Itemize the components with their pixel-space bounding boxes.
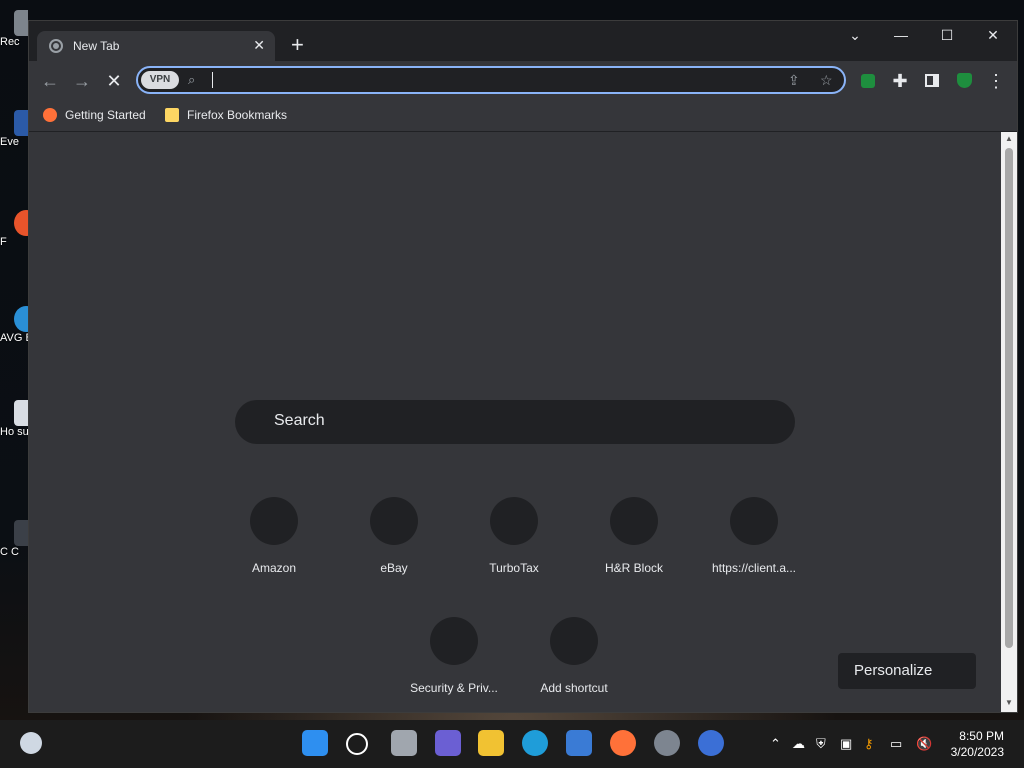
shield-check-icon[interactable] xyxy=(953,71,975,88)
shortcut-favicon xyxy=(490,497,538,545)
bookmark-folder-firefox-bookmarks[interactable]: Firefox Bookmarks xyxy=(165,108,287,122)
bookmark-getting-started[interactable]: Getting Started xyxy=(43,108,146,122)
browser-window: New Tab ✕ + ⌄ — ☐ ✕ ← → ✕ VPN ⌕ ⇪ ☆ ✚ ⋮ xyxy=(28,20,1018,713)
loading-favicon-icon xyxy=(49,39,63,53)
personalize-button[interactable]: Personalize xyxy=(838,653,976,689)
close-window-button[interactable]: ✕ xyxy=(983,27,1003,44)
recycle-bin-icon xyxy=(14,10,28,36)
search-placeholder: Search xyxy=(274,412,325,429)
key-icon[interactable]: ⚷ xyxy=(864,736,874,752)
shortcut-client[interactable]: https://client.a... xyxy=(694,497,814,575)
tab-title: New Tab xyxy=(73,39,120,53)
document-icon xyxy=(14,400,28,426)
forward-button[interactable]: → xyxy=(71,71,93,91)
teams-chat-icon[interactable] xyxy=(435,730,461,756)
desktop-icon-eve[interactable]: Eve xyxy=(0,110,28,148)
tab-strip: New Tab ✕ + ⌄ — ☐ ✕ xyxy=(29,21,1017,61)
settings-gear-icon[interactable] xyxy=(654,730,680,756)
menu-button[interactable]: ⋮ xyxy=(985,71,1007,91)
text-cursor xyxy=(212,72,213,88)
vpn-button[interactable]: VPN xyxy=(141,71,179,89)
clock-date: 3/20/2023 xyxy=(950,745,1004,759)
scrollbar-thumb[interactable] xyxy=(1005,148,1013,648)
onedrive-icon[interactable]: ☁ xyxy=(792,736,805,752)
desktop-icon-firefox[interactable]: F xyxy=(0,210,28,248)
side-panel-icon[interactable] xyxy=(921,71,943,87)
shortcut-favicon xyxy=(250,497,298,545)
firefox-icon xyxy=(14,210,28,236)
new-tab-button[interactable]: + xyxy=(291,34,304,56)
share-icon[interactable]: ⇪ xyxy=(788,72,800,89)
shortcut-security-privacy[interactable]: Security & Priv... xyxy=(394,617,514,695)
bookmarks-bar: Getting Started Firefox Bookmarks xyxy=(29,101,1017,132)
teams-icon[interactable]: ▣ xyxy=(840,736,852,752)
start-button-windows-icon[interactable] xyxy=(302,730,328,756)
shortcut-favicon xyxy=(730,497,778,545)
scroll-down-arrow-icon[interactable]: ▼ xyxy=(1005,698,1013,707)
toolbar: ← → ✕ VPN ⌕ ⇪ ☆ ✚ ⋮ xyxy=(29,61,1017,101)
desktop-icon-recycle-bin[interactable]: Rec xyxy=(0,10,28,48)
bookmark-star-icon[interactable]: ☆ xyxy=(820,72,833,89)
task-view-icon[interactable] xyxy=(391,730,417,756)
shortcut-favicon xyxy=(430,617,478,665)
show-hidden-icons-chevron-icon[interactable]: ⌃ xyxy=(770,736,781,752)
shortcut-favicon xyxy=(610,497,658,545)
search-icon: ⌕ xyxy=(188,72,196,87)
maximize-button[interactable]: ☐ xyxy=(937,27,957,44)
folder-icon xyxy=(165,108,179,122)
clock-time: 8:50 PM xyxy=(959,729,1004,743)
stop-loading-button[interactable]: ✕ xyxy=(103,71,125,91)
scroll-up-arrow-icon[interactable]: ▲ xyxy=(1005,134,1013,143)
shortcut-icon xyxy=(14,520,28,546)
avg-browser-icon xyxy=(14,306,28,332)
minimize-button[interactable]: — xyxy=(891,27,911,43)
desktop-icon-avg-browser[interactable]: AVG Br xyxy=(0,306,28,344)
taskbar: ⌃ ☁ ⛨ ▣ ⚷ ▭ 🔇 8:50 PM 3/20/2023 xyxy=(0,720,1024,768)
clock[interactable]: 8:50 PM 3/20/2023 xyxy=(951,728,1004,760)
shortcut-amazon[interactable]: Amazon xyxy=(214,497,334,575)
new-tab-page: Search Amazon eBay TurboTax H&R Block ht… xyxy=(29,132,1001,712)
tab-new-tab[interactable]: New Tab ✕ xyxy=(37,31,275,61)
tab-close-icon[interactable]: ✕ xyxy=(253,37,265,54)
shortcut-icon xyxy=(14,110,28,136)
network-icon[interactable]: ▭ xyxy=(890,736,902,752)
volume-muted-icon[interactable]: 🔇 xyxy=(916,736,932,752)
tab-search-dropdown-button[interactable]: ⌄ xyxy=(845,27,865,44)
desktop-icon-document[interactable]: Ho susp xyxy=(0,400,28,438)
shortcut-turbotax[interactable]: TurboTax xyxy=(454,497,574,575)
back-button[interactable]: ← xyxy=(39,71,61,91)
extensions-puzzle-icon[interactable]: ✚ xyxy=(889,71,911,91)
add-shortcut-button[interactable]: Add shortcut xyxy=(514,617,634,695)
security-shield-icon[interactable]: ⛨ xyxy=(816,736,826,752)
avg-browser-icon[interactable] xyxy=(698,730,724,756)
desktop-icon-c[interactable]: C C xyxy=(0,520,28,558)
edge-icon[interactable] xyxy=(522,730,548,756)
address-bar[interactable]: VPN ⌕ ⇪ ☆ xyxy=(136,66,846,94)
microsoft-store-icon[interactable] xyxy=(566,730,592,756)
weather-icon[interactable] xyxy=(20,732,42,754)
search-icon[interactable] xyxy=(346,733,368,755)
shortcut-hr-block[interactable]: H&R Block xyxy=(574,497,694,575)
add-icon xyxy=(550,617,598,665)
search-box[interactable]: Search xyxy=(235,400,795,444)
firefox-icon xyxy=(43,108,57,122)
password-extension-icon[interactable] xyxy=(857,71,879,88)
shortcut-favicon xyxy=(370,497,418,545)
file-explorer-icon[interactable] xyxy=(478,730,504,756)
shortcut-ebay[interactable]: eBay xyxy=(334,497,454,575)
firefox-icon[interactable] xyxy=(610,730,636,756)
page-scrollbar[interactable]: ▲ ▼ xyxy=(1001,132,1017,712)
